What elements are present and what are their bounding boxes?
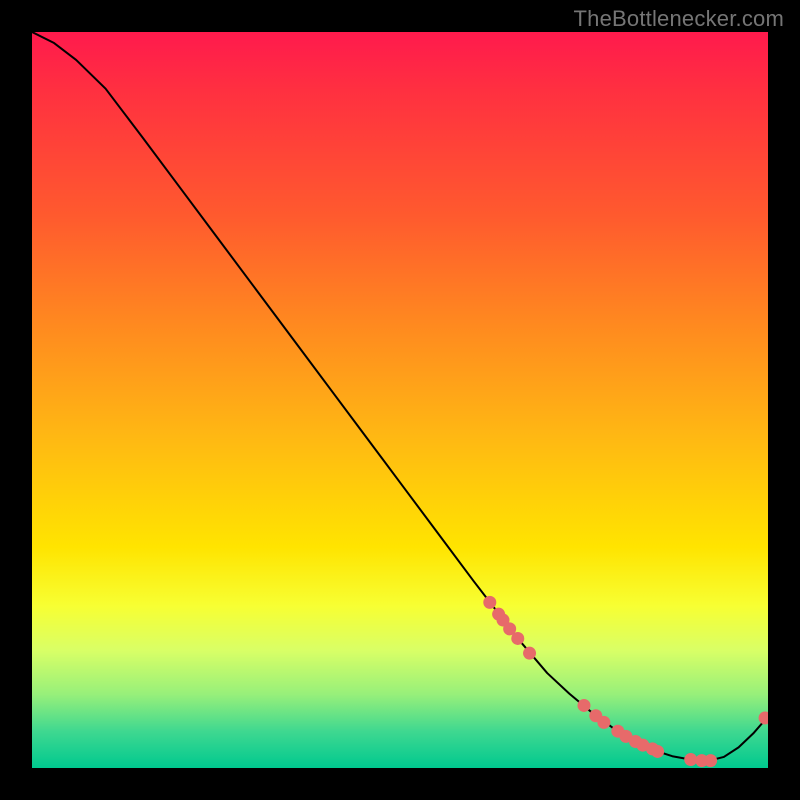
scatter-points: [483, 596, 768, 767]
data-point: [704, 754, 717, 767]
watermark-label: TheBottlenecker.com: [574, 6, 784, 32]
data-point: [684, 753, 697, 766]
data-point: [578, 699, 591, 712]
plot-area: [32, 32, 768, 768]
chart-frame: TheBottlenecker.com: [0, 0, 800, 800]
plot-svg: [32, 32, 768, 768]
data-point: [759, 711, 768, 724]
bottleneck-curve: [32, 32, 768, 761]
data-point: [597, 716, 610, 729]
data-point: [651, 745, 664, 758]
data-point: [483, 596, 496, 609]
data-point: [523, 647, 536, 660]
data-point: [511, 632, 524, 645]
